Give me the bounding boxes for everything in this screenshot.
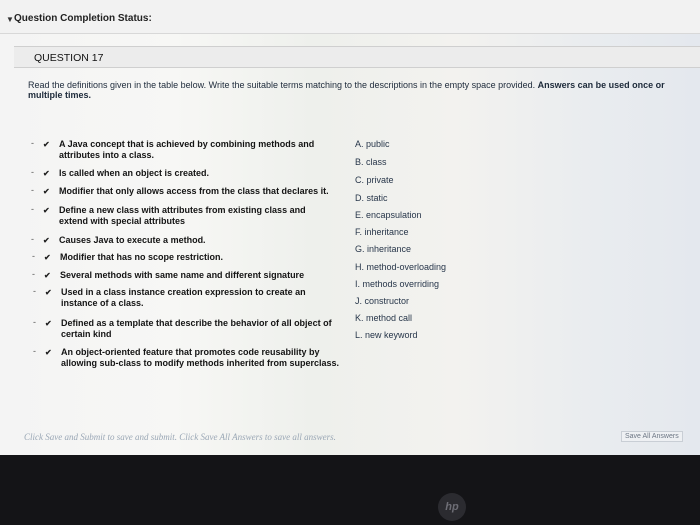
chevron-down-icon: ✔ (43, 140, 50, 149)
answer-select[interactable]: - ✔ (33, 286, 55, 297)
question-title: QUESTION 17 (34, 52, 104, 64)
chevron-down-icon: ✔ (43, 206, 50, 215)
row-description: Causes Java to execute a method. (59, 235, 206, 245)
chevron-down-icon: ✔ (44, 271, 51, 280)
answer-select[interactable]: - ✔ (32, 251, 54, 262)
answer-select[interactable]: - ✔ (31, 138, 53, 149)
chevron-down-icon: ✔ (45, 319, 52, 328)
row-description: A Java concept that is achieved by combi… (59, 139, 315, 149)
answer-option: E. encapsulation (355, 210, 422, 220)
row-description: Several methods with same name and diffe… (60, 270, 305, 280)
row-description-cont: extend with special attributes (59, 216, 186, 226)
hp-logo: hp (438, 493, 466, 521)
row-description-cont: certain kind (61, 329, 112, 339)
answer-select[interactable]: - ✔ (31, 204, 53, 215)
answer-option: D. static (355, 193, 388, 203)
answer-select[interactable]: - ✔ (33, 317, 55, 328)
completion-status-label: Question Completion Status: (14, 13, 152, 24)
answer-option: B. class (355, 157, 387, 167)
answer-option: H. method-overloading (355, 262, 447, 272)
chevron-down-icon: ✔ (45, 348, 52, 357)
collapse-chevron-icon[interactable]: ▼ (6, 15, 14, 24)
answer-option: J. constructor (355, 296, 410, 306)
row-description-cont: instance of a class. (61, 298, 144, 308)
row-description: Used in a class instance creation expres… (61, 287, 306, 297)
answer-select[interactable]: - ✔ (33, 346, 55, 357)
row-description: Defined as a template that describe the … (61, 318, 332, 328)
answer-option: K. method call (355, 313, 413, 323)
question-header: QUESTION 17 (14, 46, 700, 68)
answer-select[interactable]: - ✔ (32, 269, 54, 280)
row-description: An object-oriented feature that promotes… (61, 347, 320, 357)
save-all-answers-button[interactable]: Save All Answers (621, 431, 683, 442)
save-instructions: Click Save and Submit to save and submit… (24, 432, 336, 442)
question-instructions: Read the definitions given in the table … (28, 80, 688, 100)
row-description: Is called when an object is created. (59, 168, 210, 178)
row-description: Define a new class with attributes from … (59, 205, 306, 215)
answer-select[interactable]: - ✔ (31, 234, 53, 245)
answer-option: F. inheritance (355, 227, 409, 237)
completion-status-bar: ▼ Question Completion Status: (0, 0, 700, 34)
screen: ▼ Question Completion Status: QUESTION 1… (0, 0, 700, 455)
chevron-down-icon: ✔ (43, 187, 50, 196)
answer-option: A. public (355, 139, 390, 149)
answer-option: L. new keyword (355, 330, 418, 340)
chevron-down-icon: ✔ (43, 169, 50, 178)
chevron-down-icon: ✔ (45, 288, 52, 297)
answer-option: G. inheritance (355, 244, 412, 254)
answer-select[interactable]: - ✔ (31, 185, 53, 196)
answer-select[interactable]: - ✔ (31, 167, 53, 178)
answer-option: C. private (355, 175, 394, 185)
row-description: Modifier that only allows access from th… (59, 186, 329, 196)
chevron-down-icon: ✔ (43, 236, 50, 245)
laptop-bezel (0, 455, 700, 525)
row-description: Modifier that has no scope restriction. (60, 252, 224, 262)
chevron-down-icon: ✔ (44, 253, 51, 262)
row-description-cont: allowing sub-class to modify methods inh… (61, 358, 340, 368)
answer-option: I. methods overriding (355, 279, 440, 289)
row-description-cont: attributes into a class. (59, 150, 155, 160)
instructions-text: Read the definitions given in the table … (28, 80, 536, 90)
